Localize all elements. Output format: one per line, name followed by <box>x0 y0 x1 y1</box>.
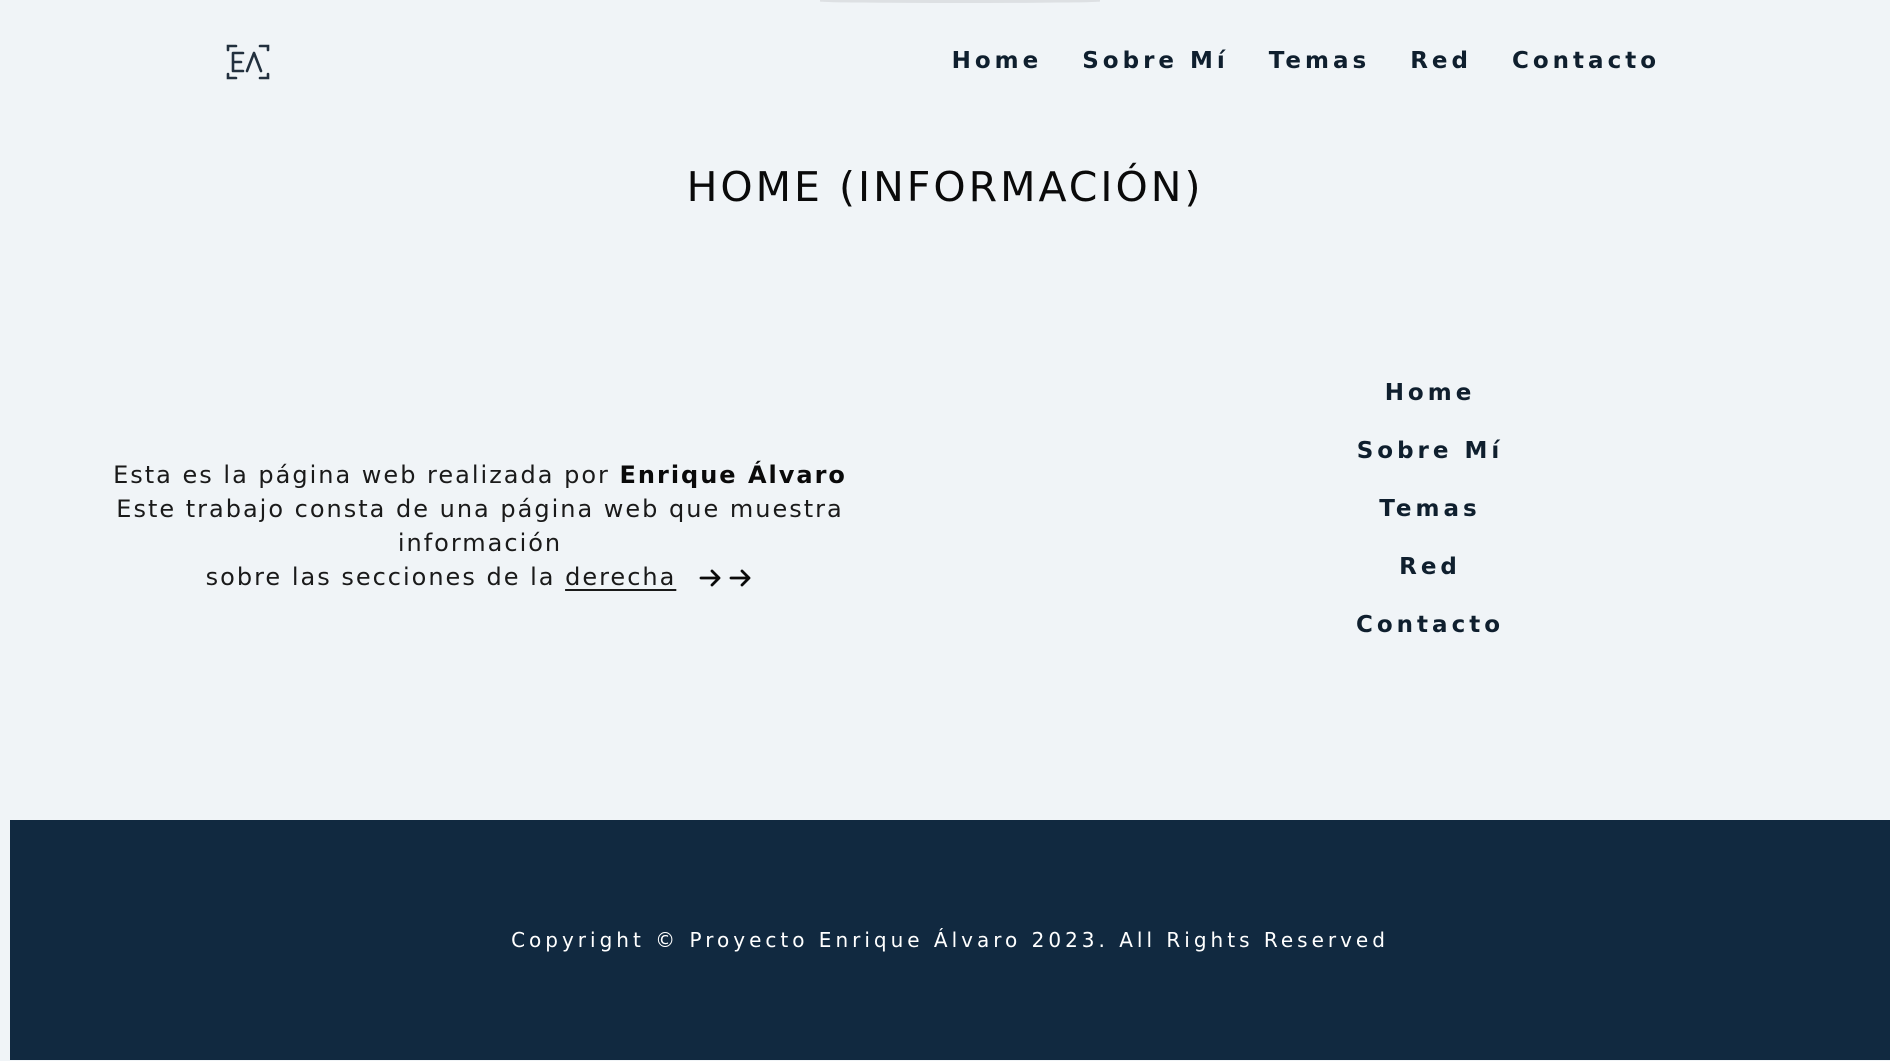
side-navigation: Home Sobre Mí Temas Red Contacto <box>1330 376 1530 642</box>
intro-line-1-prefix: Esta es la página web realizada por <box>113 461 620 489</box>
page: Home Sobre Mí Temas Red Contacto HOME (I… <box>0 0 1890 1061</box>
page-title: HOME (INFORMACIÓN) <box>686 163 1204 211</box>
intro-line-1: Esta es la página web realizada por Enri… <box>30 458 930 492</box>
sidenav-item-temas[interactable]: Temas <box>1379 492 1480 526</box>
intro-text: Esta es la página web realizada por Enri… <box>30 458 930 594</box>
author-name: Enrique Álvaro <box>619 461 847 489</box>
arrows <box>698 567 754 589</box>
arrow-right-icon <box>729 569 751 587</box>
topnav-item-home[interactable]: Home <box>952 48 1043 74</box>
topnav-item-contacto[interactable]: Contacto <box>1512 48 1660 74</box>
copyright-text: Copyright © Proyecto Enrique Álvaro 2023… <box>511 928 1389 952</box>
intro-line-2: Este trabajo consta de una página web qu… <box>116 495 844 557</box>
sidenav-item-sobre-mi[interactable]: Sobre Mí <box>1357 434 1504 468</box>
ea-logo-icon[interactable] <box>222 44 274 80</box>
arrow-right-icon <box>699 569 721 587</box>
sidenav-item-red[interactable]: Red <box>1399 550 1461 584</box>
top-navigation: Home Sobre Mí Temas Red Contacto <box>952 48 1660 74</box>
footer: Copyright © Proyecto Enrique Álvaro 2023… <box>10 820 1890 1060</box>
topnav-item-red[interactable]: Red <box>1410 48 1472 74</box>
topnav-item-sobre-mi[interactable]: Sobre Mí <box>1082 48 1229 74</box>
top-shadow <box>820 0 1100 3</box>
topnav-item-temas[interactable]: Temas <box>1269 48 1370 74</box>
derecha-link[interactable]: derecha <box>565 563 676 591</box>
intro-line-3: sobre las secciones de la derecha <box>30 560 930 594</box>
intro-line-3-prefix: sobre las secciones de la <box>205 563 566 591</box>
sidenav-item-home[interactable]: Home <box>1385 376 1476 410</box>
ea-monogram-logo <box>226 44 270 80</box>
sidenav-item-contacto[interactable]: Contacto <box>1356 608 1504 642</box>
